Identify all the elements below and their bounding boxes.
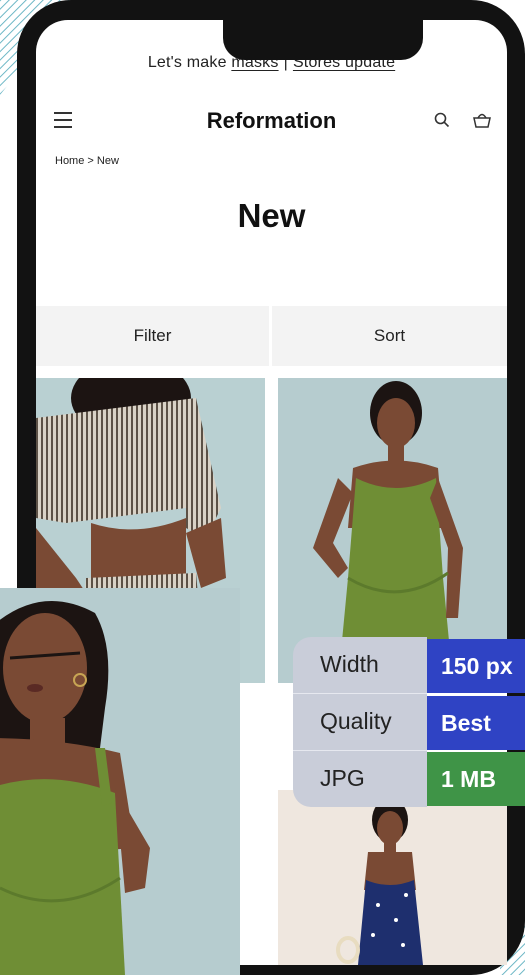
width-value: 150 px: [427, 639, 525, 693]
breadcrumb[interactable]: Home > New: [55, 155, 119, 167]
size-value: 1 MB: [427, 752, 525, 806]
page-title: New: [237, 197, 306, 234]
filter-button[interactable]: Filter: [36, 306, 269, 366]
bag-icon[interactable]: [472, 111, 492, 134]
phone-notch: [223, 20, 423, 60]
sort-button[interactable]: Sort: [272, 306, 507, 366]
quality-label: Quality: [320, 708, 392, 734]
site-header: Reformation: [36, 104, 507, 138]
quality-value: Best: [427, 696, 525, 750]
width-label: Width: [320, 651, 379, 677]
promo-prefix: Let's make: [147, 54, 232, 71]
zoomed-product-image: [0, 588, 240, 975]
divider: [293, 693, 427, 694]
format-label: JPG: [320, 765, 365, 791]
divider: [293, 750, 427, 751]
search-icon[interactable]: [434, 112, 450, 133]
product-image-navy-dress[interactable]: [278, 790, 507, 965]
image-info-panel: Width Quality JPG 150 px Best 1 MB: [293, 637, 525, 807]
filter-sort-bar: Filter Sort: [36, 306, 507, 366]
